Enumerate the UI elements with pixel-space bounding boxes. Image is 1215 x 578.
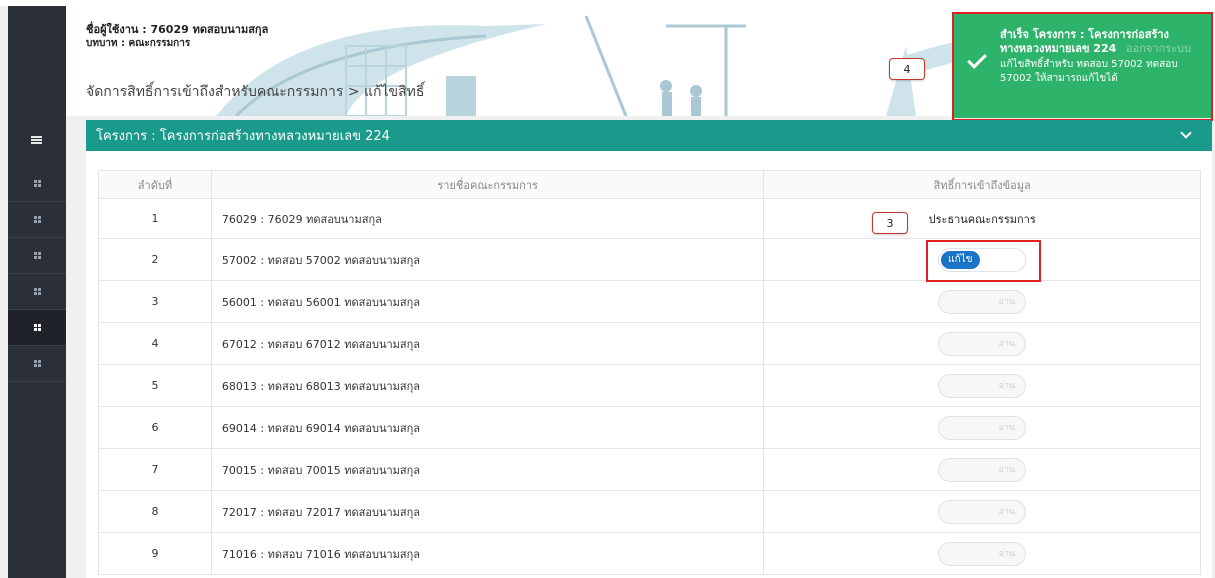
sidebar-item-6[interactable]: [8, 346, 66, 382]
sidebar-item-3[interactable]: [8, 238, 66, 274]
grid-icon: [33, 252, 41, 259]
highlight-box-toggle: [926, 240, 1041, 282]
access-toggle[interactable]: อ่าน: [938, 373, 1027, 398]
sidebar: [8, 6, 66, 578]
committee-table: ลำดับที่ รายชื่อคณะกรรมการ สิทธิ์การเข้า…: [98, 170, 1201, 575]
highlight-box-toast: [952, 12, 1213, 121]
table-row: 3 56001 : ทดสอบ 56001 ทดสอบนามสกุล อ่าน: [98, 280, 1201, 323]
table-row: 4 67012 : ทดสอบ 67012 ทดสอบนามสกุล อ่าน: [98, 322, 1201, 365]
access-toggle[interactable]: อ่าน: [938, 541, 1027, 566]
sidebar-item-1[interactable]: [8, 166, 66, 202]
panel-title: โครงการ : โครงการก่อสร้างทางหลวงหมายเลข …: [96, 129, 390, 144]
grid-icon: [33, 216, 41, 223]
grid-icon: [33, 180, 41, 187]
header-index: ลำดับที่: [98, 170, 212, 199]
hamburger-icon[interactable]: [14, 122, 58, 158]
access-toggle[interactable]: อ่าน: [938, 457, 1027, 482]
chevron-down-icon[interactable]: [1180, 127, 1192, 139]
header-name: รายชื่อคณะกรรมการ: [210, 170, 765, 199]
role-label: ประธานคณะกรรมการ: [928, 212, 1036, 226]
table-row: 6 69014 : ทดสอบ 69014 ทดสอบนามสกุล อ่าน: [98, 406, 1201, 449]
table-row: 1 76029 : 76029 ทดสอบนามสกุล ประธานคณะกร…: [98, 198, 1201, 239]
table-row: 7 70015 : ทดสอบ 70015 ทดสอบนามสกุล อ่าน: [98, 448, 1201, 491]
access-toggle[interactable]: อ่าน: [938, 499, 1027, 524]
table-row: 5 68013 : ทดสอบ 68013 ทดสอบนามสกุล อ่าน: [98, 364, 1201, 407]
grid-icon: [33, 324, 41, 331]
access-toggle[interactable]: อ่าน: [938, 289, 1027, 314]
table-row: 9 71016 : ทดสอบ 71016 ทดสอบนามสกุล อ่าน: [98, 532, 1201, 575]
grid-icon: [33, 360, 41, 367]
callout-toast: 4: [889, 58, 925, 80]
sidebar-item-4[interactable]: [8, 274, 66, 310]
breadcrumb: จัดการสิทธิ์การเข้าถึงสำหรับคณะกรรมการ >…: [86, 84, 425, 100]
sidebar-item-2[interactable]: [8, 202, 66, 238]
project-panel: โครงการ : โครงการก่อสร้างทางหลวงหมายเลข …: [86, 120, 1212, 578]
sidebar-item-5[interactable]: [8, 310, 66, 346]
header-access: สิทธิ์การเข้าถึงข้อมูล: [763, 170, 1201, 199]
callout-toggle: 3: [872, 212, 908, 234]
user-role: บทบาท : คณะกรรมการ: [86, 38, 191, 49]
panel-header[interactable]: โครงการ : โครงการก่อสร้างทางหลวงหมายเลข …: [86, 120, 1212, 151]
access-toggle[interactable]: อ่าน: [938, 415, 1027, 440]
grid-icon: [33, 288, 41, 295]
access-toggle[interactable]: อ่าน: [938, 331, 1027, 356]
table-row: 8 72017 : ทดสอบ 72017 ทดสอบนามสกุล อ่าน: [98, 490, 1201, 533]
